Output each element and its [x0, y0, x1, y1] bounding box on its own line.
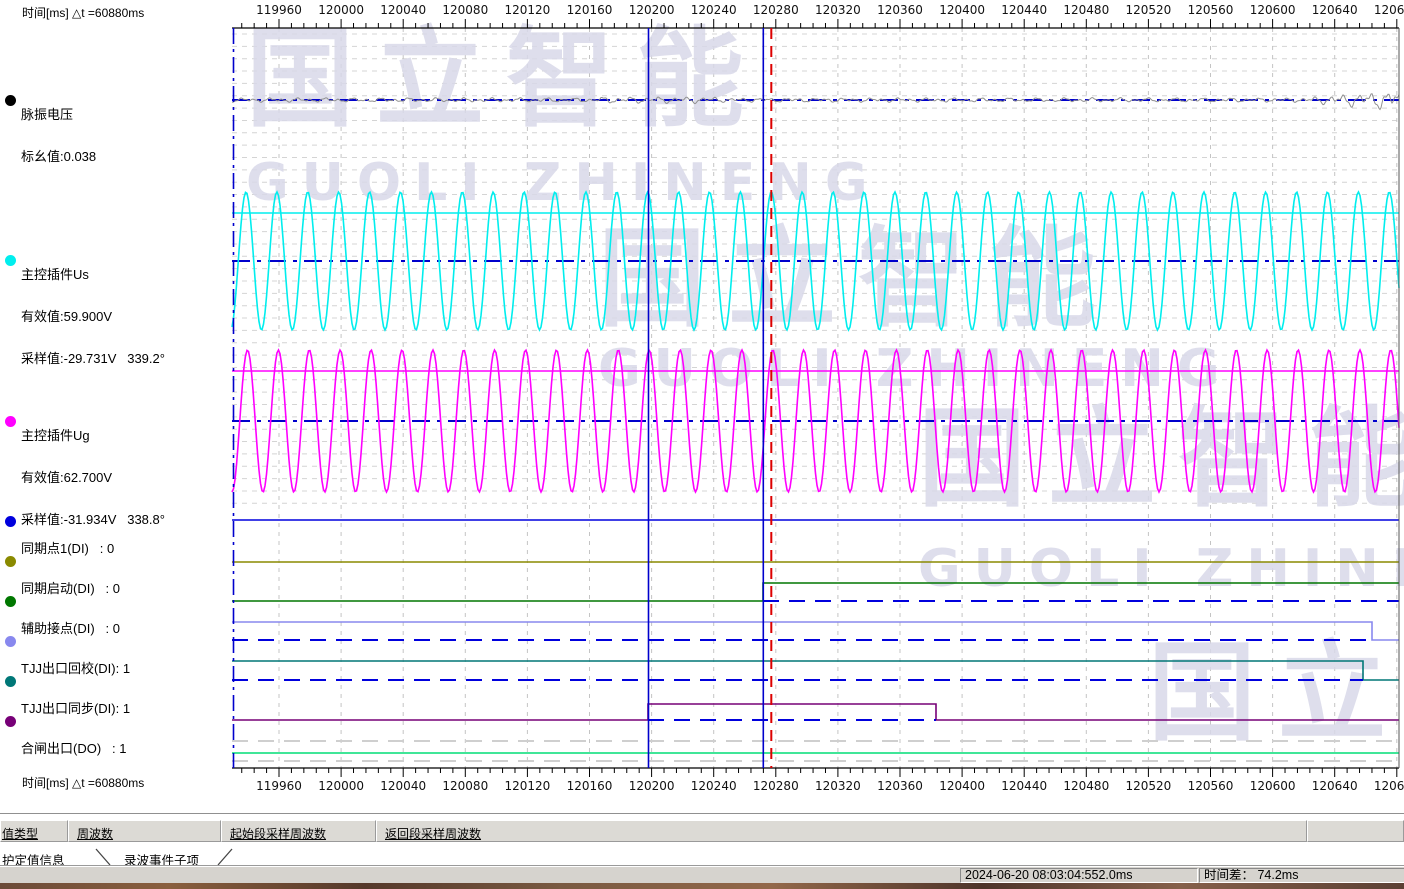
channel-label-close-outlet[interactable]: 合闸出口(DO) : 1 [21, 714, 126, 784]
desktop-background-strip [0, 883, 1404, 889]
svg-text:120520: 120520 [1125, 3, 1171, 17]
svg-text:120040: 120040 [380, 779, 426, 793]
svg-text:120000: 120000 [318, 779, 364, 793]
channel-label-pulse-voltage[interactable]: 脉振电压 标幺值:0.038 [21, 80, 96, 192]
waveform-viewer-window: 国立智能GUOLI ZHINENG国立智能GUOLI ZHINENG国立智能GU… [0, 0, 1404, 889]
bottom-table-header: 值类型 周波数 起始段采样周波数 返回段采样周波数 [0, 820, 1404, 842]
channel-name: 主控插件Ug [21, 429, 165, 443]
channel-sample: 采样值:-29.731V 339.2° [21, 352, 165, 366]
svg-text:120400: 120400 [939, 3, 985, 17]
svg-text:120600: 120600 [1250, 779, 1296, 793]
horizontal-divider [0, 813, 1404, 815]
svg-text:120640: 120640 [1312, 3, 1358, 17]
column-header-value-type[interactable]: 值类型 [0, 820, 68, 842]
svg-text:120120: 120120 [504, 3, 550, 17]
channel-rms: 有效值:59.900V [21, 310, 165, 324]
channel-color-dot [5, 516, 16, 527]
svg-text:120480: 120480 [1063, 779, 1109, 793]
svg-text:120240: 120240 [691, 3, 737, 17]
svg-text:120480: 120480 [1063, 3, 1109, 17]
svg-text:120280: 120280 [753, 3, 799, 17]
svg-text:120200: 120200 [629, 779, 675, 793]
channel-color-dot [5, 716, 16, 727]
channel-name: 合闸出口(DO) : 1 [21, 742, 126, 756]
svg-text:120560: 120560 [1188, 779, 1234, 793]
channel-name: 主控插件Us [21, 268, 165, 282]
svg-text:120240: 120240 [691, 779, 737, 793]
channel-color-dot [5, 556, 16, 567]
svg-text:120160: 120160 [567, 779, 613, 793]
channel-label-panel: 时间[ms] △t =60880ms 时间[ms] △t =60880ms 脉振… [0, 0, 231, 812]
status-time-diff: 时间差： 74.2ms [1199, 868, 1404, 883]
tab-separator [0, 848, 240, 866]
channel-color-dot [5, 95, 16, 106]
svg-text:120320: 120320 [815, 3, 861, 17]
svg-text:国立智能: 国立智能 [1148, 631, 1404, 756]
svg-text:119960: 119960 [256, 779, 302, 793]
svg-text:120200: 120200 [629, 3, 675, 17]
svg-text:120320: 120320 [815, 779, 861, 793]
channel-color-dot [5, 416, 16, 427]
channel-label-us[interactable]: 主控插件Us 有效值:59.900V 采样值:-29.731V 339.2° [21, 240, 165, 394]
svg-text:GUOLI ZHINENG: GUOLI ZHINENG [918, 539, 1404, 599]
svg-text:120560: 120560 [1188, 3, 1234, 17]
svg-text:120440: 120440 [1001, 779, 1047, 793]
channel-color-dot [5, 255, 16, 266]
svg-text:120080: 120080 [442, 3, 488, 17]
svg-text:120000: 120000 [318, 3, 364, 17]
svg-text:国立智能: 国立智能 [918, 397, 1404, 522]
svg-text:120680: 120680 [1374, 779, 1404, 793]
channel-rms: 有效值:62.700V [21, 471, 165, 485]
column-header-return-sample-cycles[interactable]: 返回段采样周波数 [376, 820, 1307, 842]
column-header-cycle-count[interactable]: 周波数 [68, 820, 221, 842]
status-bar: 2024-06-20 08:03:04:552.0ms 时间差： 74.2ms [0, 866, 1404, 884]
svg-text:120400: 120400 [939, 779, 985, 793]
channel-color-dot [5, 636, 16, 647]
svg-text:120640: 120640 [1312, 779, 1358, 793]
status-datetime: 2024-06-20 08:03:04:552.0ms [960, 868, 1198, 883]
channel-name: 脉振电压 [21, 108, 96, 122]
svg-text:120440: 120440 [1001, 3, 1047, 17]
channel-color-dot [5, 676, 16, 687]
svg-text:120040: 120040 [380, 3, 426, 17]
svg-text:120520: 120520 [1125, 779, 1171, 793]
column-header-filler [1307, 820, 1404, 842]
svg-text:120280: 120280 [753, 779, 799, 793]
channel-color-dot [5, 596, 16, 607]
svg-text:120360: 120360 [877, 779, 923, 793]
channel-value: 标幺值:0.038 [21, 150, 96, 164]
svg-text:120120: 120120 [504, 779, 550, 793]
svg-text:国立智能: 国立智能 [246, 17, 766, 142]
svg-text:120080: 120080 [442, 779, 488, 793]
svg-text:120360: 120360 [877, 3, 923, 17]
time-delta-label-top: 时间[ms] △t =60880ms [22, 4, 144, 21]
svg-text:120680: 120680 [1374, 3, 1404, 17]
column-header-start-sample-cycles[interactable]: 起始段采样周波数 [221, 820, 376, 842]
svg-text:120160: 120160 [567, 3, 613, 17]
tab-bar: 护定值信息 录波事件子项 [0, 848, 1404, 866]
svg-text:120600: 120600 [1250, 3, 1296, 17]
svg-text:119960: 119960 [256, 3, 302, 17]
